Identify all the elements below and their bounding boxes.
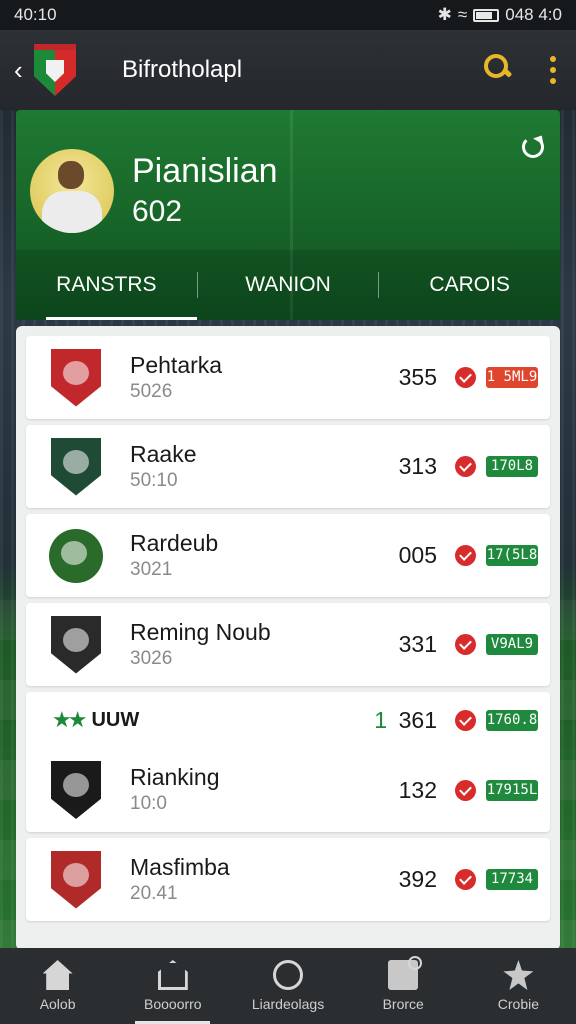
table-row[interactable]: Pehtarka 5026 355 1 5ML9 [26, 336, 550, 419]
check-icon [455, 869, 476, 890]
team-name: Reming Noub [130, 618, 271, 645]
team-points: 005 [398, 542, 437, 568]
bottom-nav: Aolob Boooorro Liardeolags Brorce Crobie [0, 948, 576, 1024]
team-sub: 5026 [130, 380, 173, 402]
table-row[interactable]: Rardeub 3021 005 17(5L8 [26, 514, 550, 597]
table-row[interactable]: Reming Noub 3026 331 V9AL9 [26, 603, 550, 686]
more-vert-icon[interactable] [550, 56, 556, 84]
tab-carois[interactable]: CAROIS [379, 250, 560, 320]
status-right-text: 048 4:0 [505, 5, 562, 24]
nav-item-store[interactable]: Brorce [346, 948, 461, 1024]
table-row[interactable]: Raake 50:10 313 170L8 [26, 425, 550, 508]
profile-icon [503, 960, 534, 990]
form-badge: 17915L [486, 779, 538, 801]
team-points: 313 [398, 453, 437, 479]
team-name: Rianking [130, 764, 220, 790]
team-sub: 50:10 [130, 469, 178, 491]
standings-list: Pehtarka 5026 355 1 5ML9 Raake 50:10 313… [16, 326, 560, 950]
app-title: Bifrotholapl [122, 56, 243, 83]
status-icons: ✱ ≈ 048 4:0 [438, 5, 562, 25]
tab-ranstrs[interactable]: RANSTRS [16, 250, 197, 320]
group-header: ★★ UUW 1 361 1760.8 [26, 692, 550, 748]
app-bar: ‹ Bifrotholapl [0, 30, 576, 110]
team-card[interactable]: Pehtarka 5026 355 1 5ML9 [26, 336, 550, 419]
check-icon [455, 779, 476, 801]
store-icon [388, 956, 423, 990]
search-icon[interactable] [480, 50, 520, 90]
team-points: 355 [398, 364, 437, 390]
team-crest-icon [49, 528, 103, 583]
form-badge: 1760.8 [486, 709, 538, 731]
team-card[interactable]: Reming Noub 3026 331 V9AL9 [26, 603, 550, 686]
check-icon [455, 709, 476, 731]
tab-wanion[interactable]: WANION [198, 250, 379, 320]
nav-label: Aolob [39, 996, 76, 1012]
group-rank: 1 [374, 706, 387, 733]
team-crest-icon [51, 850, 101, 909]
check-icon [455, 545, 476, 566]
player-number: 602 [132, 195, 183, 228]
wifi-icon: ≈ [457, 5, 468, 24]
team-sub: 3021 [130, 558, 173, 580]
group-card[interactable]: ★★ UUW 1 361 1760.8 Rianking 10:0 132 17… [26, 692, 550, 832]
form-badge: 170L8 [486, 456, 538, 477]
nav-label: Liardeolags [251, 996, 325, 1012]
team-card[interactable]: Raake 50:10 313 170L8 [26, 425, 550, 508]
nav-label: Brorce [382, 996, 424, 1012]
team-card[interactable]: Masfimba 20.41 392 17734 [26, 838, 550, 921]
status-time: 40:10 [14, 5, 57, 24]
player-hero-card: Pianislian 602 RANSTRS WANION CAROIS [16, 110, 560, 320]
check-icon [455, 634, 476, 655]
form-badge: 17734 [486, 869, 538, 890]
team-sub: 3026 [130, 647, 173, 669]
team-points: 331 [398, 631, 437, 657]
tab-bar: RANSTRS WANION CAROIS [16, 250, 560, 320]
form-badge: 1 5ML9 [486, 367, 538, 388]
refresh-icon[interactable] [522, 136, 544, 158]
form-badge: 17(5L8 [486, 545, 538, 566]
check-icon [455, 367, 476, 388]
team-name: Raake [130, 440, 197, 467]
team-points: 392 [398, 866, 437, 892]
nav-item-home[interactable]: Aolob [0, 948, 115, 1024]
team-name: Masfimba [130, 853, 230, 880]
table-row[interactable]: Rianking 10:0 132 17915L [26, 748, 550, 832]
team-card[interactable]: Rardeub 3021 005 17(5L8 [26, 514, 550, 597]
status-bar: 40:10 ✱ ≈ 048 4:0 [0, 0, 576, 30]
back-arrow-icon[interactable]: ‹ [14, 55, 32, 86]
team-name: Pehtarka [130, 351, 223, 378]
check-icon [455, 456, 476, 477]
club-crest-icon [34, 44, 76, 96]
group-label: UUW [91, 708, 140, 731]
player-avatar [30, 149, 114, 233]
nav-item-stadium[interactable]: Boooorro [115, 948, 230, 1024]
form-badge: V9AL9 [486, 634, 538, 655]
battery-icon [473, 8, 500, 22]
circle-icon [273, 960, 303, 990]
team-points: 132 [398, 776, 437, 803]
stars-icon: ★★ [52, 707, 88, 732]
team-crest-icon [51, 437, 101, 496]
player-name: Pianislian [132, 152, 278, 190]
bluetooth-icon: ✱ [437, 5, 452, 24]
group-points: 361 [398, 706, 437, 733]
table-row[interactable]: Masfimba 20.41 392 17734 [26, 838, 550, 921]
team-crest-icon [51, 615, 101, 674]
nav-label: Crobie [497, 996, 540, 1012]
home-icon [42, 960, 73, 990]
nav-item-leaderboards[interactable]: Liardeolags [230, 948, 345, 1024]
team-sub: 10:0 [130, 793, 167, 814]
nav-item-profile[interactable]: Crobie [461, 948, 576, 1024]
team-name: Rardeub [130, 529, 219, 556]
nav-label: Boooorro [144, 996, 202, 1012]
team-crest-icon [51, 761, 101, 819]
stadium-icon [157, 960, 188, 990]
team-sub: 20.41 [130, 882, 178, 904]
team-crest-icon [51, 348, 101, 407]
